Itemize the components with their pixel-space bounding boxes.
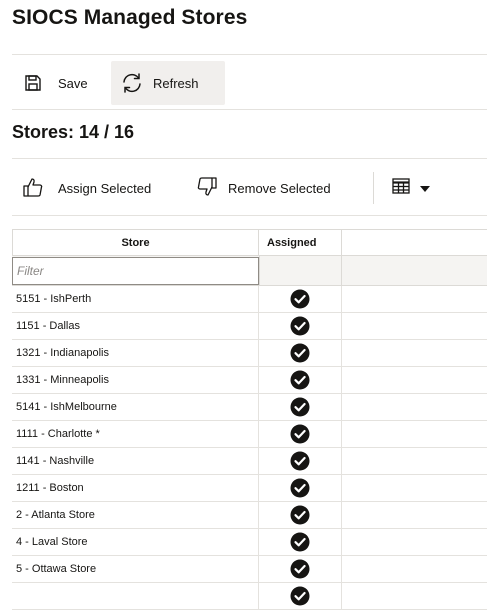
store-cell: 1321 - Indianapolis xyxy=(12,340,259,366)
store-cell: 1111 - Charlotte * xyxy=(12,421,259,447)
remove-selected-label: Remove Selected xyxy=(228,180,331,196)
assigned-cell xyxy=(259,367,342,393)
table-row[interactable]: 1111 - Charlotte * xyxy=(12,421,487,448)
table-row[interactable]: 5151 - IshPerth xyxy=(12,286,487,313)
check-circle-icon xyxy=(290,586,310,606)
row-spacer xyxy=(342,340,487,366)
assigned-cell xyxy=(259,340,342,366)
table-row[interactable]: 1141 - Nashville xyxy=(12,448,487,475)
filter-cell xyxy=(12,256,259,285)
store-cell: 4 - Laval Store xyxy=(12,529,259,555)
check-circle-icon xyxy=(290,532,310,552)
subtitle-divider xyxy=(12,158,487,159)
check-circle-icon xyxy=(290,451,310,471)
check-circle-icon xyxy=(290,289,310,309)
store-filter-input[interactable] xyxy=(12,256,259,285)
grid-body: 5151 - IshPerth 1151 - Dallas 1321 - India… xyxy=(12,286,487,610)
assigned-cell xyxy=(259,394,342,420)
chevron-down-icon xyxy=(420,179,430,197)
filter-row xyxy=(12,256,487,286)
save-label: Save xyxy=(58,75,88,91)
assigned-cell xyxy=(259,502,342,528)
row-spacer xyxy=(342,502,487,528)
table-row[interactable] xyxy=(12,583,487,610)
save-icon xyxy=(20,70,46,96)
assigned-cell xyxy=(259,286,342,312)
assign-selected-label: Assign Selected xyxy=(58,180,152,196)
columns-menu-button[interactable] xyxy=(392,174,430,202)
save-button[interactable]: Save xyxy=(20,61,88,105)
table-row[interactable]: 5141 - IshMelbourne xyxy=(12,394,487,421)
store-cell: 5141 - IshMelbourne xyxy=(12,394,259,420)
row-spacer xyxy=(342,367,487,393)
stores-count-heading: Stores: 14 / 16 xyxy=(12,122,135,142)
row-spacer xyxy=(342,475,487,501)
assigned-cell xyxy=(259,583,342,609)
row-spacer xyxy=(342,394,487,420)
row-spacer xyxy=(342,313,487,339)
assigned-cell xyxy=(259,448,342,474)
remove-selected-button[interactable]: Remove Selected xyxy=(196,174,331,202)
table-row[interactable]: 1151 - Dallas xyxy=(12,313,487,340)
assigned-cell xyxy=(259,556,342,582)
thumbs-up-icon xyxy=(22,176,44,201)
table-row[interactable]: 1211 - Boston xyxy=(12,475,487,502)
row-spacer xyxy=(342,448,487,474)
actions-divider xyxy=(12,215,487,216)
grid-header-row: Store Assigned xyxy=(12,229,487,256)
row-spacer xyxy=(342,529,487,555)
table-row[interactable]: 2 - Atlanta Store xyxy=(12,502,487,529)
assign-selected-button[interactable]: Assign Selected xyxy=(22,174,151,202)
row-spacer xyxy=(342,583,487,609)
check-circle-icon xyxy=(290,343,310,363)
thumbs-down-icon xyxy=(196,176,218,201)
store-cell: 1141 - Nashville xyxy=(12,448,259,474)
check-circle-icon xyxy=(290,370,310,390)
store-cell: 5 - Ottawa Store xyxy=(12,556,259,582)
filter-spacer xyxy=(342,256,487,285)
table-row[interactable]: 4 - Laval Store xyxy=(12,529,487,556)
table-row[interactable]: 1331 - Minneapolis xyxy=(12,367,487,394)
assigned-cell xyxy=(259,475,342,501)
row-spacer xyxy=(342,556,487,582)
row-spacer xyxy=(342,421,487,447)
column-header-store[interactable]: Store xyxy=(12,230,259,255)
check-circle-icon xyxy=(290,316,310,336)
page-title: SIOCS Managed Stores xyxy=(12,6,248,29)
store-cell: 1151 - Dallas xyxy=(12,313,259,339)
stores-grid: Store Assigned 5151 - IshPerth1151 - Dal… xyxy=(12,229,487,610)
assigned-filter-cell xyxy=(259,256,342,285)
refresh-label: Refresh xyxy=(153,75,199,91)
store-cell: 5151 - IshPerth xyxy=(12,286,259,312)
check-circle-icon xyxy=(290,505,310,525)
refresh-icon xyxy=(119,70,145,96)
assigned-cell xyxy=(259,529,342,555)
store-cell xyxy=(12,583,259,609)
check-circle-icon xyxy=(290,397,310,417)
column-header-assigned[interactable]: Assigned xyxy=(259,230,342,255)
title-divider xyxy=(12,54,487,55)
check-circle-icon xyxy=(290,478,310,498)
check-circle-icon xyxy=(290,559,310,579)
check-circle-icon xyxy=(290,424,310,444)
toolbar-separator xyxy=(373,172,374,204)
store-cell: 2 - Atlanta Store xyxy=(12,502,259,528)
assigned-cell xyxy=(259,313,342,339)
toolbar-divider xyxy=(12,109,487,110)
table-row[interactable]: 1321 - Indianapolis xyxy=(12,340,487,367)
row-spacer xyxy=(342,286,487,312)
store-cell: 1331 - Minneapolis xyxy=(12,367,259,393)
store-cell: 1211 - Boston xyxy=(12,475,259,501)
column-header-spacer xyxy=(342,230,487,255)
table-row[interactable]: 5 - Ottawa Store xyxy=(12,556,487,583)
assigned-cell xyxy=(259,421,342,447)
refresh-button[interactable]: Refresh xyxy=(111,61,225,105)
table-icon xyxy=(392,177,410,199)
